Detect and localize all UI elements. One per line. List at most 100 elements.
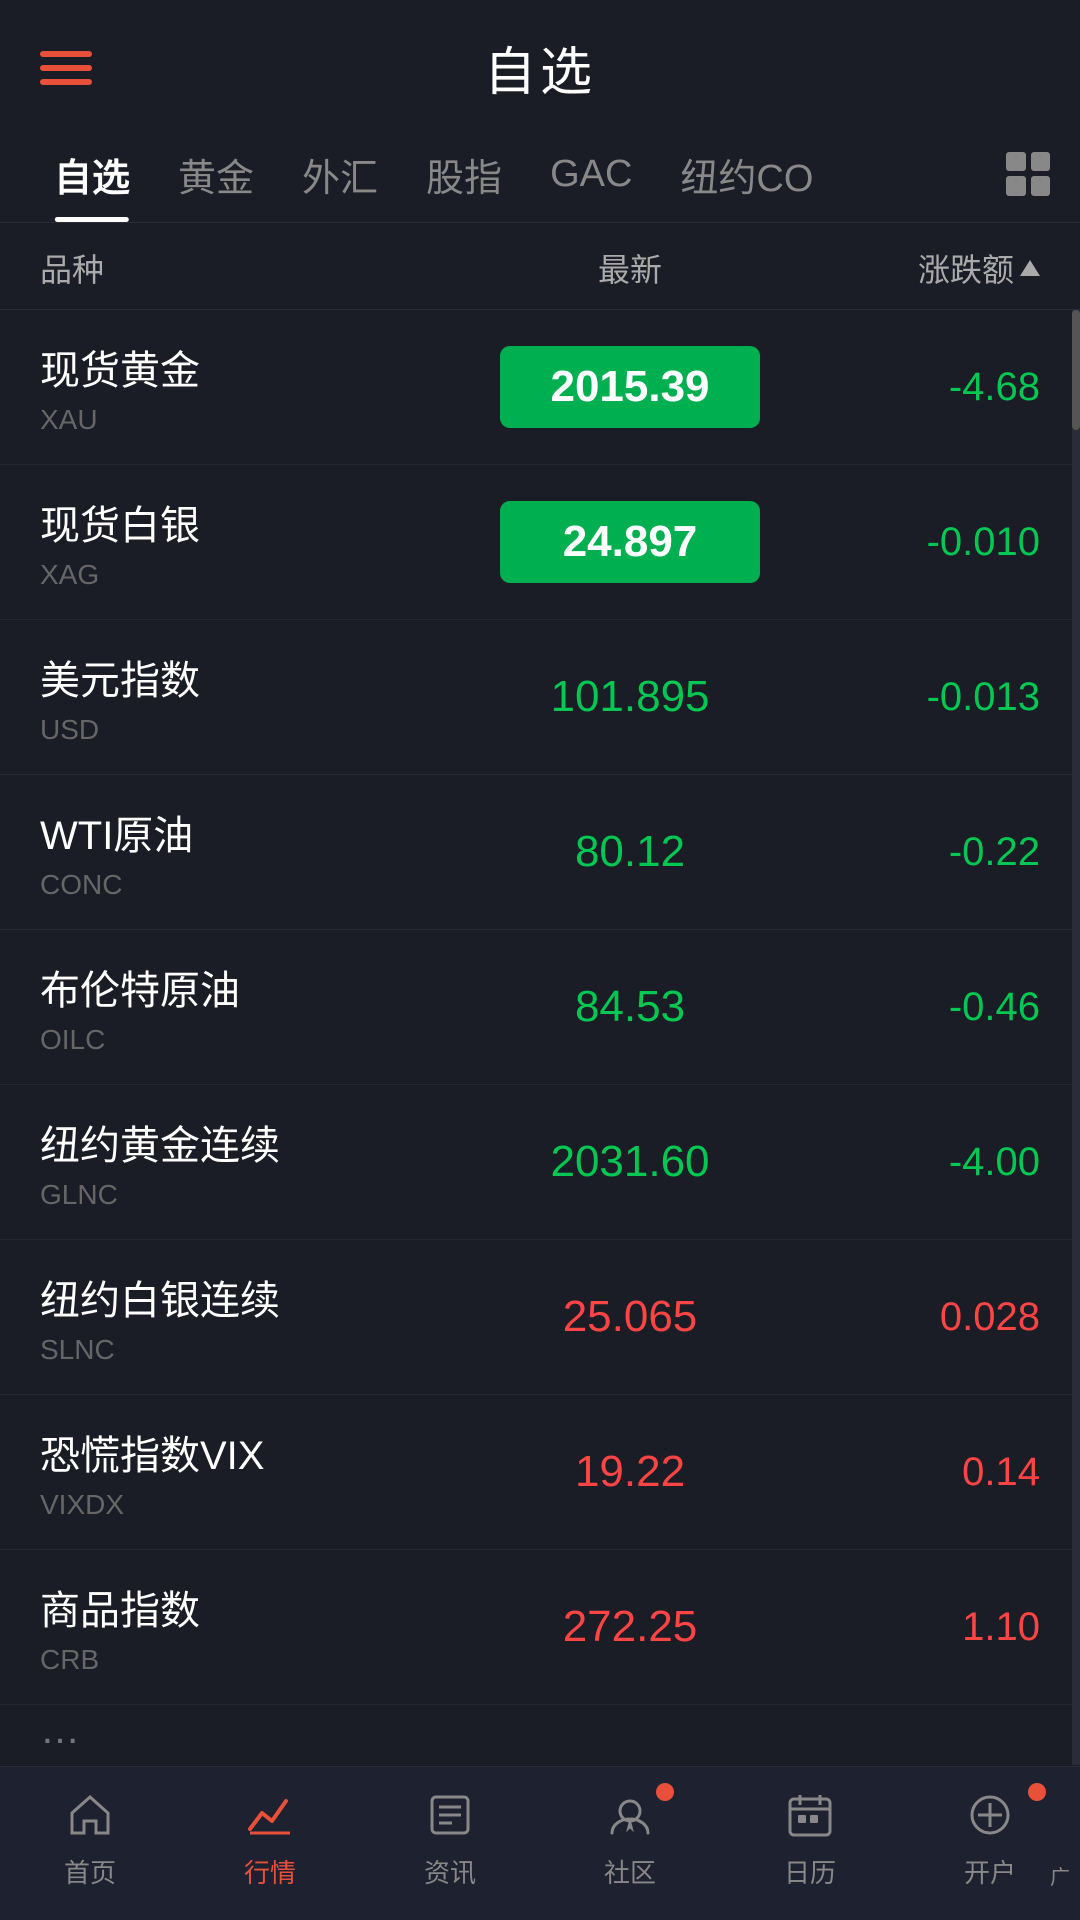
stock-change: -0.22 <box>800 830 1040 875</box>
price-text: 80.12 <box>575 827 685 876</box>
stock-change: 1.10 <box>800 1605 1040 1650</box>
nav-news[interactable]: 资讯 <box>390 1787 510 1890</box>
stock-price: 80.12 <box>460 827 800 877</box>
stock-price: 19.22 <box>460 1447 800 1497</box>
tab-waihui[interactable]: 外汇 <box>278 135 402 222</box>
stock-change: -0.46 <box>800 985 1040 1030</box>
table-row[interactable]: 现货黄金 XAU 2015.39 -4.68 <box>0 310 1080 465</box>
stock-info: 商品指数 CRB <box>40 1578 460 1676</box>
stock-code: GLNC <box>40 1179 460 1211</box>
stock-code: SLNC <box>40 1334 460 1366</box>
stock-name: 美元指数 <box>40 648 460 706</box>
grid-view-button[interactable] <box>1006 152 1050 206</box>
stock-name: 布伦特原油 <box>40 958 460 1016</box>
stock-price: 84.53 <box>460 982 800 1032</box>
stock-name-partial: … <box>40 1708 1040 1753</box>
price-text: 2031.60 <box>550 1137 709 1186</box>
table-row[interactable]: WTI原油 CONC 80.12 -0.22 <box>0 775 1080 930</box>
stock-code: XAG <box>40 559 460 591</box>
stock-name: WTI原油 <box>40 803 460 861</box>
menu-line-3 <box>40 79 92 85</box>
nav-news-label: 资讯 <box>424 1853 476 1890</box>
stock-price: 2015.39 <box>460 346 800 428</box>
tab-bar: 自选 黄金 外汇 股指 GAC 纽约CO <box>0 125 1080 223</box>
stock-info: 美元指数 USD <box>40 648 460 746</box>
col-latest-header: 最新 <box>460 245 800 291</box>
stock-price: 25.065 <box>460 1292 800 1342</box>
tab-guzhi[interactable]: 股指 <box>402 135 526 222</box>
stock-info: 布伦特原油 OILC <box>40 958 460 1056</box>
home-icon <box>62 1787 118 1843</box>
table-row[interactable]: 现货白银 XAG 24.897 -0.010 <box>0 465 1080 620</box>
stock-price: 272.25 <box>460 1602 800 1652</box>
table-row[interactable]: 布伦特原油 OILC 84.53 -0.46 <box>0 930 1080 1085</box>
stock-info: 现货白银 XAG <box>40 493 460 591</box>
menu-button[interactable] <box>40 51 92 85</box>
account-badge <box>1028 1783 1046 1801</box>
news-icon <box>422 1787 478 1843</box>
nav-market-label: 行情 <box>244 1853 296 1890</box>
stock-price: 24.897 <box>460 501 800 583</box>
stock-change: -0.013 <box>800 675 1040 720</box>
tab-newyork[interactable]: 纽约CO <box>656 135 837 222</box>
account-icon <box>962 1787 1018 1843</box>
scrollbar-track <box>1072 310 1080 1765</box>
tab-zixuan[interactable]: 自选 <box>30 135 154 222</box>
page-title: 自选 <box>484 30 596 105</box>
price-badge: 2015.39 <box>500 346 760 428</box>
nav-account[interactable]: 开户 广 <box>930 1787 1050 1890</box>
scrollbar-thumb[interactable] <box>1072 310 1080 430</box>
stock-change: -0.010 <box>800 520 1040 565</box>
price-text: 19.22 <box>575 1447 685 1496</box>
nav-community-label: 社区 <box>604 1853 656 1890</box>
stock-code: CONC <box>40 869 460 901</box>
community-badge <box>656 1783 674 1801</box>
stock-change: -4.00 <box>800 1140 1040 1185</box>
stock-info: 恐慌指数VIX VIXDX <box>40 1423 460 1521</box>
stock-code: XAU <box>40 404 460 436</box>
menu-line-1 <box>40 51 92 57</box>
ad-label: 广 <box>1050 1861 1070 1890</box>
stock-info: 现货黄金 XAU <box>40 338 460 436</box>
stock-change: -4.68 <box>800 365 1040 410</box>
stock-name: 纽约黄金连续 <box>40 1113 460 1171</box>
price-text: 25.065 <box>563 1292 698 1341</box>
table-row-partial: … <box>0 1705 1080 1765</box>
col-name-header: 品种 <box>40 245 460 291</box>
price-text: 101.895 <box>550 672 709 721</box>
stock-code: CRB <box>40 1644 460 1676</box>
stock-code: OILC <box>40 1024 460 1056</box>
column-headers: 品种 最新 涨跌额 <box>0 223 1080 310</box>
stock-name: 现货白银 <box>40 493 460 551</box>
col-change-header: 涨跌额 <box>800 245 1040 291</box>
tab-gac[interactable]: GAC <box>526 141 656 216</box>
nav-calendar-label: 日历 <box>784 1853 836 1890</box>
stock-info-partial: … <box>40 1708 1040 1761</box>
stock-change: 0.14 <box>800 1450 1040 1495</box>
nav-community[interactable]: 社区 <box>570 1787 690 1890</box>
table-row[interactable]: 纽约黄金连续 GLNC 2031.60 -4.00 <box>0 1085 1080 1240</box>
nav-calendar[interactable]: 日历 <box>750 1787 870 1890</box>
table-row[interactable]: 纽约白银连续 SLNC 25.065 0.028 <box>0 1240 1080 1395</box>
nav-account-label: 开户 <box>964 1853 1016 1890</box>
stock-price: 2031.60 <box>460 1137 800 1187</box>
table-row[interactable]: 恐慌指数VIX VIXDX 19.22 0.14 <box>0 1395 1080 1550</box>
header: 自选 <box>0 0 1080 125</box>
stock-code: VIXDX <box>40 1489 460 1521</box>
nav-home[interactable]: 首页 <box>30 1787 150 1890</box>
stock-list: 现货黄金 XAU 2015.39 -4.68 现货白银 XAG 24.897 -… <box>0 310 1080 1765</box>
stock-info: 纽约白银连续 SLNC <box>40 1268 460 1366</box>
stock-name: 现货黄金 <box>40 338 460 396</box>
stock-name: 商品指数 <box>40 1578 460 1636</box>
price-badge: 24.897 <box>500 501 760 583</box>
calendar-icon <box>782 1787 838 1843</box>
stock-change: 0.028 <box>800 1295 1040 1340</box>
sort-arrow-icon[interactable] <box>1020 260 1040 276</box>
table-row[interactable]: 商品指数 CRB 272.25 1.10 <box>0 1550 1080 1705</box>
stock-price: 101.895 <box>460 672 800 722</box>
table-row[interactable]: 美元指数 USD 101.895 -0.013 <box>0 620 1080 775</box>
stock-name: 纽约白银连续 <box>40 1268 460 1326</box>
nav-market[interactable]: 行情 <box>210 1787 330 1890</box>
nav-home-label: 首页 <box>64 1853 116 1890</box>
tab-huangjin[interactable]: 黄金 <box>154 135 278 222</box>
